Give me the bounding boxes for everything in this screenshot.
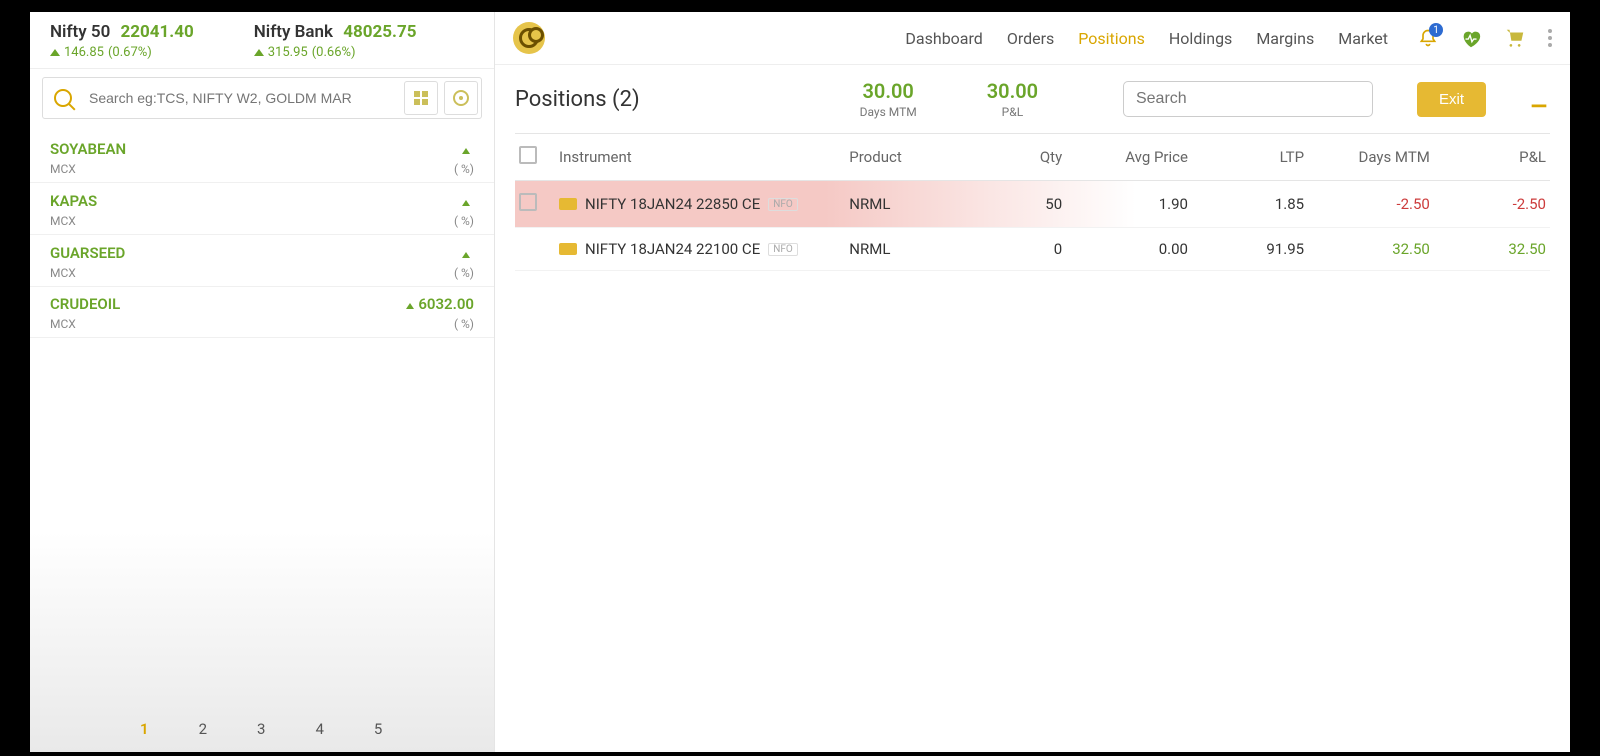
page-title: Positions (2) (515, 87, 640, 112)
col-avg-price[interactable]: Avg Price (1062, 148, 1188, 166)
cart-button[interactable] (1504, 27, 1526, 49)
nav-orders[interactable]: Orders (1007, 29, 1054, 48)
table-row[interactable]: NIFTY 18JAN24 22850 CE NFO NRML 50 1.90 … (515, 181, 1550, 228)
stat-pnl: 30.00 P&L (987, 79, 1038, 119)
watchlist-item[interactable]: SOYABEAN MCX ( %) (30, 131, 494, 183)
cell-mtm: -2.50 (1304, 195, 1430, 213)
positions-search-input[interactable] (1123, 81, 1373, 117)
watchlist-item-name: KAPAS (50, 192, 97, 210)
watchlist-search (42, 77, 482, 119)
index-nifty50[interactable]: Nifty 50 22041.40 146.85 (0.67%) (50, 22, 194, 60)
watchlist-item-price: 6032.00 (418, 295, 474, 313)
watchlist-item-exchange: MCX (50, 162, 76, 176)
select-all-checkbox[interactable] (519, 146, 537, 164)
more-menu-button[interactable] (1548, 29, 1552, 47)
col-ltp[interactable]: LTP (1188, 148, 1304, 166)
notification-badge: 1 (1429, 23, 1443, 37)
watchlist-search-input[interactable] (83, 90, 401, 106)
cell-instrument: NIFTY 18JAN24 22100 CE NFO (559, 240, 849, 258)
health-button[interactable] (1460, 28, 1482, 48)
download-icon (1528, 88, 1550, 110)
index-niftybank[interactable]: Nifty Bank 48025.75 315.95 (0.66%) (254, 22, 417, 60)
page-3[interactable]: 3 (257, 720, 265, 738)
col-pnl[interactable]: P&L (1430, 148, 1546, 166)
watchlist-pagination: 1 2 3 4 5 (30, 720, 494, 738)
positions-header: Positions (2) 30.00 Days MTM 30.00 P&L E… (495, 65, 1570, 133)
download-button[interactable] (1528, 88, 1550, 110)
positions-table: Instrument Product Qty Avg Price LTP Day… (495, 133, 1570, 271)
cell-instrument: NIFTY 18JAN24 22850 CE NFO (559, 195, 849, 213)
table-header: Instrument Product Qty Avg Price LTP Day… (515, 133, 1550, 181)
cell-pnl: -2.50 (1430, 195, 1546, 213)
page-4[interactable]: 4 (315, 720, 323, 738)
logo[interactable] (513, 22, 545, 54)
table-row[interactable]: NIFTY 18JAN24 22100 CE NFO NRML 0 0.00 9… (515, 228, 1550, 271)
cell-product: NRML (849, 195, 965, 213)
caret-up-icon (254, 49, 264, 56)
cell-avg: 1.90 (1062, 195, 1188, 213)
watchlist-item-name: GUARSEED (50, 244, 125, 262)
cell-avg: 0.00 (1062, 240, 1188, 258)
cell-ltp: 1.85 (1188, 195, 1304, 213)
col-days-mtm[interactable]: Days MTM (1304, 148, 1430, 166)
cell-qty: 0 (965, 240, 1062, 258)
watchlist: SOYABEAN MCX ( %) KAPAS MCX ( %) GUARSEED … (30, 127, 494, 752)
cell-product: NRML (849, 240, 965, 258)
nav-margins[interactable]: Margins (1256, 29, 1314, 48)
watchlist-item-pct: ( %) (454, 317, 474, 331)
stat-days-mtm: 30.00 Days MTM (860, 79, 917, 119)
instrument-tag-icon (559, 243, 577, 255)
nfo-tag: NFO (768, 198, 798, 211)
page-1[interactable]: 1 (140, 720, 149, 738)
heart-pulse-icon (1460, 28, 1482, 50)
search-icon (54, 89, 72, 107)
cell-pnl: 32.50 (1430, 240, 1546, 258)
nav-holdings[interactable]: Holdings (1169, 29, 1232, 48)
cell-qty: 50 (965, 195, 1062, 213)
watchlist-item-name: CRUDEOIL (50, 295, 120, 313)
caret-up-icon (462, 252, 470, 258)
nav-dashboard[interactable]: Dashboard (905, 29, 982, 48)
col-product[interactable]: Product (849, 148, 965, 166)
cell-ltp: 91.95 (1188, 240, 1304, 258)
watchlist-item-exchange: MCX (50, 266, 76, 280)
watchlist-item-exchange: MCX (50, 214, 76, 228)
nav-market[interactable]: Market (1338, 29, 1388, 48)
exit-button[interactable]: Exit (1417, 82, 1486, 117)
watchlist-item[interactable]: KAPAS MCX ( %) (30, 183, 494, 235)
watchlist-item-pct: ( %) (454, 266, 474, 280)
cell-mtm: 32.50 (1304, 240, 1430, 258)
watchlist-grid-button[interactable] (404, 81, 438, 115)
col-instrument[interactable]: Instrument (559, 148, 849, 166)
nfo-tag: NFO (768, 243, 798, 256)
nav-positions[interactable]: Positions (1078, 29, 1145, 48)
gear-icon (453, 90, 469, 106)
col-qty[interactable]: Qty (965, 148, 1062, 166)
watchlist-item-exchange: MCX (50, 317, 76, 331)
page-2[interactable]: 2 (199, 720, 207, 738)
watchlist-settings-button[interactable] (444, 81, 478, 115)
watchlist-item-pct: ( %) (454, 162, 474, 176)
watchlist-item-name: SOYABEAN (50, 140, 126, 158)
watchlist-item[interactable]: GUARSEED MCX ( %) (30, 235, 494, 287)
page-5[interactable]: 5 (374, 720, 382, 738)
row-checkbox[interactable] (519, 193, 537, 211)
cart-icon (1504, 27, 1526, 49)
grid-icon (414, 91, 428, 105)
caret-up-icon (50, 49, 60, 56)
caret-up-icon (462, 148, 470, 154)
watchlist-item[interactable]: CRUDEOIL 6032.00 MCX ( %) (30, 287, 494, 338)
caret-up-icon (462, 200, 470, 206)
top-nav: Dashboard Orders Positions Holdings Marg… (495, 12, 1570, 65)
instrument-tag-icon (559, 198, 577, 210)
indices-bar: Nifty 50 22041.40 146.85 (0.67%) Nifty B… (30, 12, 494, 69)
notifications-button[interactable]: 1 (1418, 27, 1438, 49)
watchlist-item-pct: ( %) (454, 214, 474, 228)
caret-up-icon (406, 303, 414, 309)
